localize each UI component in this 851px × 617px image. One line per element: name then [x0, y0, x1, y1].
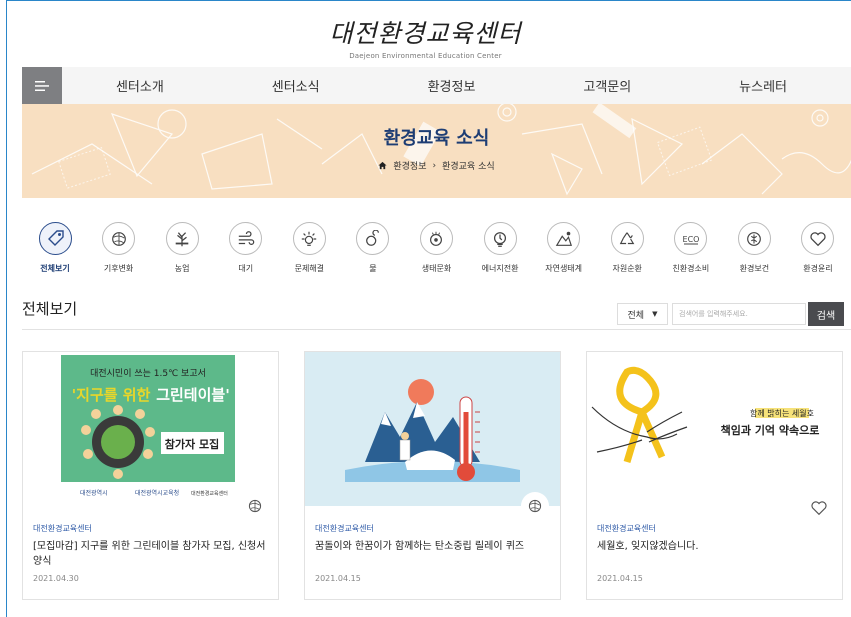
ecosystem-icon: [555, 231, 572, 246]
section-title: 전체보기: [22, 300, 78, 318]
poster-line2a: '지구를 위한: [72, 386, 151, 404]
category-climate[interactable]: 기후변화: [90, 222, 148, 274]
card-date: 2021.04.15: [315, 574, 361, 583]
card-date: 2021.04.15: [597, 574, 643, 583]
category-env-health[interactable]: 환경보건: [725, 222, 783, 274]
breadcrumb-item-current: 환경교육 소식: [442, 162, 495, 172]
hamburger-icon: [35, 80, 49, 91]
like-button[interactable]: [805, 494, 833, 522]
category-list: 전체보기 기후변화 농업 대기 문제해결 물 생태문화 에너지전환 자연생태계 …: [22, 222, 851, 274]
card-source: 대전환경교육센터: [315, 524, 374, 533]
agriculture-icon: [175, 231, 189, 246]
site-logo[interactable]: 대전환경교육센터 Daejeon Environmental Education…: [0, 14, 851, 60]
nav-item-env-info[interactable]: 환경정보: [428, 76, 476, 95]
card-source: 대전환경교육센터: [33, 524, 92, 533]
poster-line1: 대전시민이 쓰는 1.5℃ 보고서: [90, 368, 206, 379]
category-energy[interactable]: 에너지전환: [471, 222, 529, 274]
climate-category-badge: [241, 492, 269, 520]
water-icon: [365, 229, 379, 246]
chevron-right-icon: ›: [432, 160, 437, 171]
category-ecosystem[interactable]: 자연생태계: [535, 222, 593, 274]
card-title[interactable]: 꿈돌이와 한꿈이가 함께하는 탄소중립 릴레이 퀴즈: [315, 539, 555, 554]
card-source: 대전환경교육센터: [597, 524, 656, 533]
breadcrumb-item-env-info[interactable]: 환경정보: [393, 159, 426, 172]
carbon-neutral-illustration: [305, 352, 560, 506]
banner-pattern: [31, 104, 851, 196]
card-title[interactable]: [모집마감] 지구를 위한 그린테이블 참가자 모집, 신청서 양식: [33, 539, 273, 569]
category-all[interactable]: 전체보기: [26, 222, 84, 274]
logo-text: 대전환경교육센터: [329, 19, 522, 48]
breadcrumb: 환경정보 › 환경교육 소식: [22, 159, 851, 172]
energy-icon: [494, 231, 507, 247]
category-problem-solving[interactable]: 문제해결: [280, 222, 338, 274]
nav-item-center-news[interactable]: 센터소식: [272, 76, 320, 95]
logo-subtitle: Daejeon Environmental Education Center: [349, 52, 502, 60]
filter-select[interactable]: 전체 ▼: [617, 303, 668, 325]
card-thumbnail[interactable]: 함께 밝히는 세월호 책임과 기억 약속으로: [587, 352, 842, 506]
eco-culture-icon: [430, 231, 443, 246]
green-table-poster: 대전시민이 쓰는 1.5℃ 보고서 '지구를 위한 그린테이블' 참가자 모집 …: [23, 352, 278, 506]
page-banner: 환경교육 소식 환경정보 › 환경교육 소식: [22, 104, 851, 198]
category-eco-culture[interactable]: 생태문화: [407, 222, 465, 274]
search-button[interactable]: 검색: [808, 302, 844, 326]
nav-item-customer-inquiry[interactable]: 고객문의: [583, 76, 631, 95]
wind-icon: [238, 230, 254, 245]
category-recycle[interactable]: 자원순환: [598, 222, 656, 274]
ribbon-small-text: 함께 밝히는 세월호: [750, 408, 814, 418]
climate-icon: [111, 231, 126, 246]
nav-item-newsletter[interactable]: 뉴스레터: [739, 76, 787, 95]
filter-value: 전체: [627, 310, 645, 321]
frame-border-left: [6, 0, 7, 617]
problem-solving-icon: [302, 231, 317, 246]
card-title[interactable]: 세월호, 잊지않겠습니다.: [597, 539, 837, 554]
poster-recruit: 참가자 모집: [165, 437, 219, 451]
news-card[interactable]: 대전환경교육센터 꿈돌이와 한꿈이가 함께하는 탄소중립 릴레이 퀴즈 2021…: [304, 351, 561, 600]
news-card[interactable]: 대전시민이 쓰는 1.5℃ 보고서 '지구를 위한 그린테이블' 참가자 모집 …: [22, 351, 279, 600]
caret-down-icon: ▼: [652, 310, 658, 318]
home-icon[interactable]: [378, 161, 387, 170]
category-water[interactable]: 물: [344, 222, 402, 274]
climate-icon: [248, 499, 262, 513]
category-eco-consumption[interactable]: ECO 친환경소비: [662, 222, 720, 274]
card-thumbnail[interactable]: 대전시민이 쓰는 1.5℃ 보고서 '지구를 위한 그린테이블' 참가자 모집 …: [23, 352, 278, 506]
climate-icon: [528, 499, 542, 513]
category-agriculture[interactable]: 농업: [153, 222, 211, 274]
eco-icon: ECO: [682, 235, 699, 244]
nav-item-center-intro[interactable]: 센터소개: [116, 76, 164, 95]
heart-icon: [811, 501, 827, 516]
recycle-icon: [619, 231, 635, 244]
svg-text:ECO: ECO: [682, 235, 699, 244]
heart-icon: [810, 231, 826, 246]
menu-button[interactable]: [22, 67, 62, 104]
sewol-ribbon-illustration: 함께 밝히는 세월호 책임과 기억 약속으로: [587, 352, 842, 506]
card-thumbnail[interactable]: [305, 352, 560, 506]
poster-line2b: 그린테이블': [156, 386, 230, 404]
main-nav: 센터소개 센터소식 환경정보 고객문의 뉴스레터: [22, 67, 851, 104]
frame-border-top: [6, 0, 851, 1]
ribbon-big-text: 책임과 기억 약속으로: [721, 423, 820, 437]
poster-org3: 대전환경교육센터: [191, 490, 228, 497]
climate-category-badge: [521, 492, 549, 520]
category-env-ethics[interactable]: 환경윤리: [789, 222, 847, 274]
health-icon: [747, 231, 762, 246]
tag-icon: [48, 229, 64, 246]
poster-org2: 대전광역시교육청: [135, 489, 179, 497]
section-divider: [22, 329, 851, 330]
search-input[interactable]: [672, 303, 806, 325]
page-title: 환경교육 소식: [383, 128, 490, 149]
news-card[interactable]: 함께 밝히는 세월호 책임과 기억 약속으로 대전환경교육센터 세월호, 잊지않…: [586, 351, 843, 600]
card-date: 2021.04.30: [33, 574, 79, 583]
poster-org1: 대전광역시: [80, 489, 108, 497]
category-air[interactable]: 대기: [217, 222, 275, 274]
